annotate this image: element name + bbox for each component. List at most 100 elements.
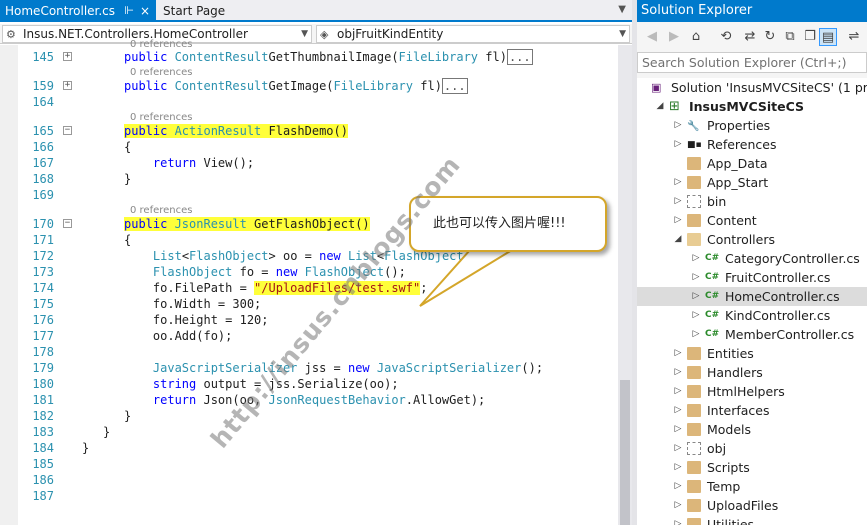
tree-item[interactable]: ▷ Content (637, 211, 867, 230)
pin-icon[interactable]: ⊩ (124, 0, 134, 22)
code-area[interactable]: 0 references 145 + public ContentResultGet… (0, 39, 632, 525)
code-line[interactable]: 185 (0, 456, 632, 472)
tree-item[interactable]: ▷ bin (637, 192, 867, 211)
line-number: 167 (32, 156, 54, 170)
expand-arrow-icon[interactable]: ▷ (673, 192, 683, 211)
expand-arrow-icon[interactable]: ▷ (673, 458, 683, 477)
code-token: } (103, 425, 111, 439)
collapse-arrow-icon[interactable]: ◢ (673, 230, 683, 249)
code-line[interactable]: 182} (0, 408, 632, 424)
expand-arrow-icon[interactable]: ▷ (673, 173, 683, 192)
tree-item[interactable]: ▷ C# FruitController.cs (637, 268, 867, 287)
tree-item[interactable]: ▷ Scripts (637, 458, 867, 477)
code-line[interactable]: 184} (0, 440, 632, 456)
tree-item[interactable]: ▷ Utilities (637, 515, 867, 525)
back-icon[interactable]: ◀ (643, 28, 661, 46)
tree-item[interactable]: ◢ ⊞ InsusMVCSiteCS (637, 97, 867, 116)
expand-arrow-icon[interactable]: ▷ (673, 515, 683, 525)
expand-arrow-icon[interactable]: ▷ (673, 420, 683, 439)
expand-icon[interactable]: + (63, 52, 72, 61)
expand-arrow-icon[interactable]: ▷ (673, 116, 683, 135)
code-line[interactable]: 145 + public ContentResultGetThumbnailImag… (0, 49, 632, 65)
tree-item[interactable]: ▷ C# CategoryController.cs (637, 249, 867, 268)
chevron-down-icon[interactable]: ▼ (618, 4, 626, 15)
member-selector[interactable]: ◈ objFruitKindEntity ▼ (316, 25, 630, 43)
vertical-scrollbar[interactable] (618, 45, 632, 525)
code-token: JsonRequestBehavior (268, 393, 406, 407)
collapsed-region[interactable]: ... (441, 78, 468, 94)
tree-item[interactable]: ▷ Temp (637, 477, 867, 496)
expand-arrow-icon[interactable]: ▷ (673, 135, 683, 154)
tree-item[interactable]: ▷ ■▪ References (637, 135, 867, 154)
refresh-icon[interactable]: ↻ (761, 28, 779, 46)
tree-item[interactable]: ▷ Interfaces (637, 401, 867, 420)
code-text: JavaScriptSerializer jss = new JavaScrip… (124, 360, 543, 376)
show-all-files-icon[interactable]: ❐ (801, 28, 819, 46)
expand-arrow-icon[interactable]: ▷ (673, 401, 683, 420)
preview-icon[interactable]: ⇌ (845, 28, 863, 46)
tree-item[interactable]: ▷ HtmlHelpers (637, 382, 867, 401)
search-input[interactable]: Search Solution Explorer (Ctrl+;) (637, 52, 867, 73)
tree-item[interactable]: ◢ Controllers (637, 230, 867, 249)
expand-arrow-icon[interactable]: ▷ (691, 249, 701, 268)
sync-icon[interactable]: ⇄ (741, 28, 759, 46)
folder-icon (687, 499, 701, 512)
history-icon[interactable]: ⟲ (717, 28, 735, 46)
tree-item[interactable]: ▷ Models (637, 420, 867, 439)
tree-item[interactable]: ▷ C# HomeController.cs (637, 287, 867, 306)
tree-item[interactable]: ▷ 🔧 Properties (637, 116, 867, 135)
code-line[interactable]: 159 + public ContentResultGetImage(FileLib… (0, 78, 632, 94)
tree-item[interactable]: App_Data (637, 154, 867, 173)
code-token: ; (420, 281, 428, 295)
code-line[interactable]: 166 { (0, 139, 632, 155)
collapsed-region[interactable]: ... (506, 49, 533, 65)
expand-arrow-icon[interactable]: ▷ (673, 382, 683, 401)
code-token: oo.Add(fo); (124, 329, 233, 343)
code-line[interactable]: 187 (0, 488, 632, 504)
expand-arrow-icon[interactable]: ▷ (691, 268, 701, 287)
tree-item[interactable]: ▷ Handlers (637, 363, 867, 382)
code-line[interactable]: 183} (0, 424, 632, 440)
tree-item[interactable]: ▷ UploadFiles (637, 496, 867, 515)
expand-arrow-icon[interactable]: ▷ (673, 477, 683, 496)
tree-item[interactable]: ▷ C# KindController.cs (637, 306, 867, 325)
tab-homecontroller[interactable]: HomeController.cs ⊩ × (0, 0, 156, 22)
expand-arrow-icon[interactable]: ▷ (691, 325, 701, 344)
expand-arrow-icon[interactable]: ▷ (673, 439, 683, 458)
scrollbar-thumb[interactable] (620, 380, 630, 525)
expand-arrow-icon[interactable]: ▷ (673, 363, 683, 382)
folder-icon (687, 423, 701, 436)
expand-arrow-icon[interactable]: ▷ (673, 211, 683, 230)
code-line[interactable]: 179 JavaScriptSerializer jss = new JavaS… (0, 360, 632, 376)
expand-arrow-icon[interactable]: ▷ (691, 306, 701, 325)
tree-item[interactable]: ▷ Entities (637, 344, 867, 363)
home-icon[interactable]: ⌂ (687, 28, 705, 46)
code-line[interactable]: 181 return Json(oo, JsonRequestBehavior.… (0, 392, 632, 408)
forward-icon[interactable]: ▶ (665, 28, 683, 46)
tree-item[interactable]: ▣ Solution 'InsusMVCSiteCS' (1 project) (637, 78, 867, 97)
collapse-icon[interactable]: − (63, 219, 72, 228)
properties-icon[interactable]: ▤ (819, 28, 837, 46)
code-line[interactable]: 165− public ActionResult FlashDemo() (0, 123, 632, 139)
code-editor[interactable]: HomeController.cs ⊩ × Start Page ▼ ⚙ Ins… (0, 0, 632, 525)
close-icon[interactable]: × (140, 0, 150, 22)
code-line[interactable]: 164 (0, 94, 632, 110)
tab-start-page[interactable]: Start Page (158, 0, 278, 22)
code-line[interactable]: 180 string output = jss.Serialize(oo); (0, 376, 632, 392)
tree-item[interactable]: ▷ obj (637, 439, 867, 458)
code-line[interactable]: 174 fo.FilePath = "/UploadFiles/test.swf… (0, 280, 632, 296)
code-line[interactable]: 186 (0, 472, 632, 488)
collapse-all-icon[interactable]: ⧉ (781, 28, 799, 46)
expand-arrow-icon[interactable]: ▷ (673, 344, 683, 363)
solution-tree[interactable]: ▣ Solution 'InsusMVCSiteCS' (1 project) ◢ ⊞… (637, 78, 867, 525)
expand-arrow-icon[interactable]: ▷ (673, 496, 683, 515)
expand-arrow-icon[interactable]: ▷ (691, 287, 701, 306)
code-line[interactable]: 167 return View(); (0, 155, 632, 171)
tree-item[interactable]: ▷ C# MemberController.cs (637, 325, 867, 344)
code-line[interactable]: 173 FlashObject fo = new FlashObject(); (0, 264, 632, 280)
tree-item[interactable]: ▷ App_Start (637, 173, 867, 192)
code-line[interactable]: 168} (0, 171, 632, 187)
expand-icon[interactable]: + (63, 81, 72, 90)
collapse-icon[interactable]: − (63, 126, 72, 135)
collapse-arrow-icon[interactable]: ◢ (655, 97, 665, 116)
